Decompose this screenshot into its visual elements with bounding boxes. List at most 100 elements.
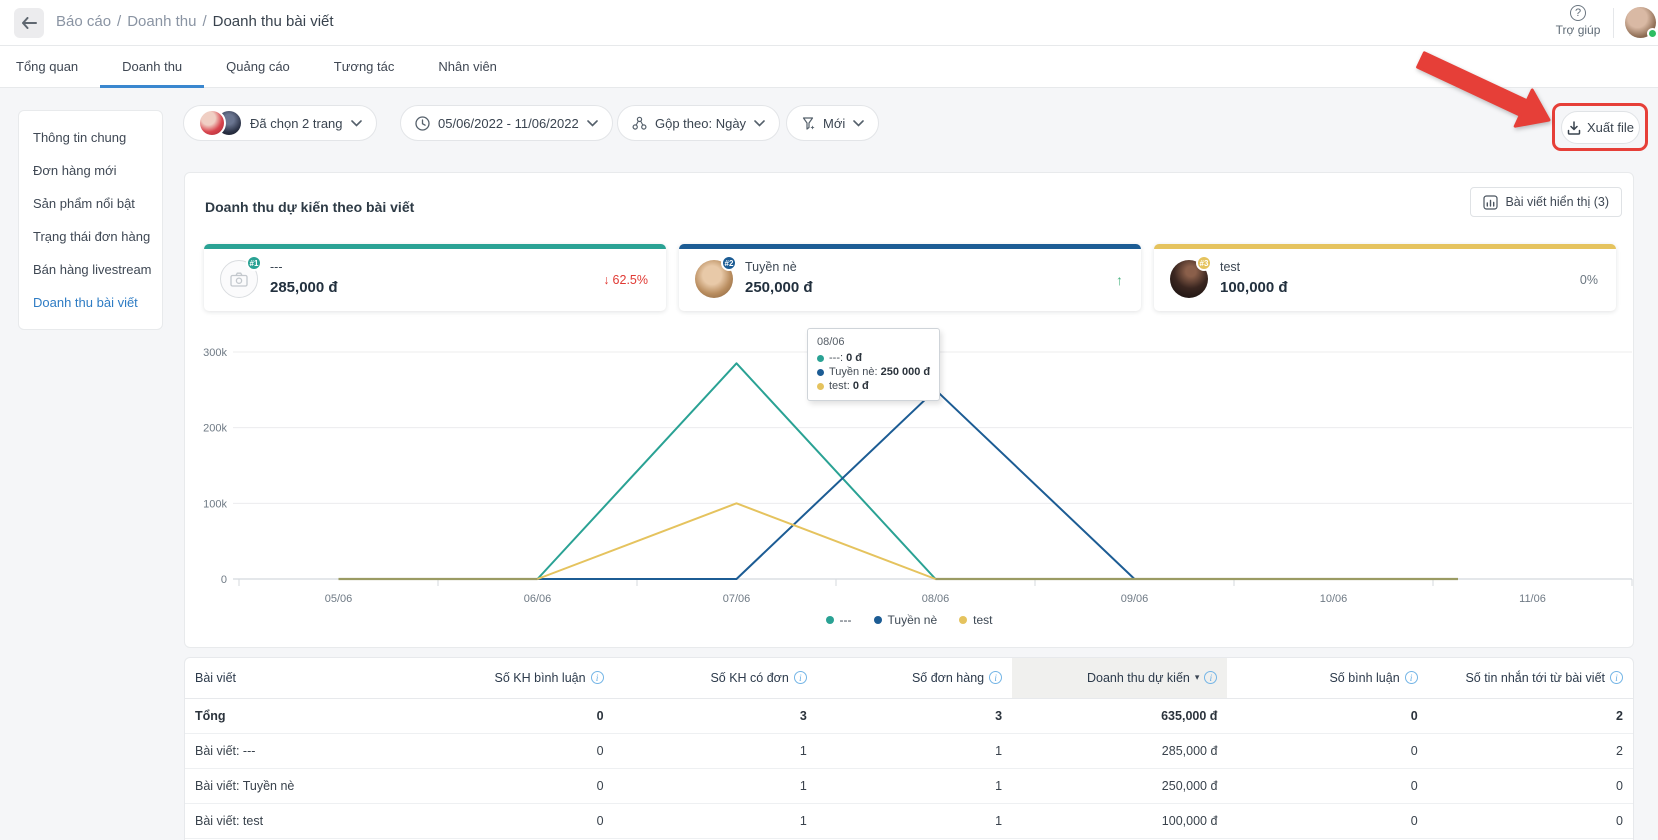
back-button[interactable] — [14, 8, 44, 38]
posts-visible-button[interactable]: Bài viết hiển thị (3) — [1470, 187, 1622, 217]
series-dot — [817, 368, 824, 376]
chevron-down-icon — [754, 119, 765, 127]
col-header-doanh-thu-du-kien[interactable]: Doanh thu dự kiến — [1012, 658, 1228, 699]
page-title: Doanh thu bài viết — [212, 13, 334, 30]
export-file-label: Xuất file — [1587, 120, 1634, 135]
col-header-bai-viet[interactable]: Bài viết — [185, 658, 416, 699]
tab-doanh-thu[interactable]: Doanh thu — [100, 46, 205, 88]
summary-card-2[interactable]: #2 Tuyền nè 250,000 đ ↑ — [679, 244, 1141, 311]
svg-text:300k: 300k — [203, 347, 227, 359]
svg-text:09/06: 09/06 — [1121, 593, 1149, 605]
svg-text:06/06: 06/06 — [524, 593, 552, 605]
post-name: --- — [270, 260, 283, 274]
sidebar-item-thong-tin-chung[interactable]: Thông tin chung — [19, 121, 162, 154]
chart-legend: --- Tuyền nè test — [185, 613, 1633, 627]
info-icon[interactable] — [1610, 671, 1623, 685]
sidebar-item-ban-hang-livestream[interactable]: Bán hàng livestream — [19, 253, 162, 286]
help-label: Trợ giúp — [1555, 23, 1601, 37]
group-by-dropdown[interactable]: Gộp theo: Ngày — [617, 105, 781, 141]
back-arrow-icon — [22, 17, 37, 29]
col-header-so-tin-nhan[interactable]: Số tin nhắn tới từ bài viết — [1427, 658, 1633, 699]
legend-item[interactable]: --- — [825, 613, 852, 627]
download-icon — [1567, 120, 1581, 135]
posts-table-card: Bài viết Số KH bình luận Số KH có đơn Số… — [184, 657, 1634, 840]
summary-cards-row: #1 --- 285,000 đ ↓ 62.5% #2 Tuyền nè 250… — [204, 244, 1616, 311]
chart-tooltip: 08/06 ---: 0 đ Tuyền nè: 250 000 đ test:… — [807, 328, 940, 401]
new-filter-icon — [802, 116, 815, 130]
svg-text:100k: 100k — [203, 498, 227, 510]
table-row: Bài viết: Tuyền nè 0 1 1 250,000 đ 0 0 — [185, 768, 1633, 804]
tooltip-row: test: 0 đ — [817, 380, 930, 392]
rank-badge: #1 — [246, 255, 262, 271]
export-file-button[interactable]: Xuất file — [1561, 111, 1640, 144]
user-avatar[interactable] — [1625, 7, 1658, 39]
col-header-so-binh-luan[interactable]: Số bình luận — [1227, 658, 1428, 699]
breadcrumb-bao-cao[interactable]: Báo cáo — [56, 13, 111, 30]
revenue-chart-card: Doanh thu dự kiến theo bài viết Bài viết… — [184, 172, 1634, 648]
change-value: 0% — [1579, 273, 1598, 287]
sidebar-item-san-pham-noi-bat[interactable]: Sản phẩm nổi bật — [19, 187, 162, 220]
change-indicator: ↓ 62.5% — [603, 249, 648, 311]
header-divider — [1613, 8, 1614, 38]
summary-card-3[interactable]: #3 test 100,000 đ 0% — [1154, 244, 1616, 311]
date-range-label: 05/06/2022 - 11/06/2022 — [438, 115, 579, 131]
col-header-so-don-hang[interactable]: Số đơn hàng — [816, 658, 1013, 699]
tab-bar: Tổng quan Doanh thu Quảng cáo Tương tác … — [0, 46, 1658, 88]
post-name: test — [1220, 260, 1241, 274]
down-arrow-icon: ↓ — [603, 273, 610, 287]
col-header-so-kh-co-don[interactable]: Số KH có đơn — [613, 658, 817, 699]
info-icon[interactable] — [1404, 671, 1418, 685]
chevron-down-icon — [586, 119, 598, 127]
page-selector-label: Đã chọn 2 trang — [250, 115, 343, 131]
info-icon[interactable] — [590, 671, 604, 685]
sidebar-item-doanh-thu-bai-viet[interactable]: Doanh thu bài viết — [19, 286, 162, 319]
chevron-down-icon — [853, 119, 865, 127]
date-range-dropdown[interactable]: 05/06/2022 - 11/06/2022 — [400, 105, 613, 141]
tooltip-date: 08/06 — [817, 336, 845, 348]
tab-tong-quan[interactable]: Tổng quan — [16, 46, 100, 87]
breadcrumb: Báo cáo / Doanh thu / Doanh thu bài viết — [56, 13, 334, 30]
group-by-label: Gộp theo: Ngày — [655, 115, 747, 131]
tab-tuong-tac[interactable]: Tương tác — [312, 46, 417, 87]
svg-text:200k: 200k — [203, 423, 227, 435]
new-filter-dropdown[interactable]: Mới — [786, 105, 880, 141]
online-status-dot — [1647, 28, 1658, 39]
legend-dot — [825, 616, 834, 624]
report-sidebar: Thông tin chung Đơn hàng mới Sản phẩm nổ… — [18, 110, 163, 330]
table-row: Bài viết: test 0 1 1 100,000 đ 0 0 — [185, 803, 1633, 839]
page-selector-dropdown[interactable]: Đã chọn 2 trang — [183, 105, 377, 141]
legend-item[interactable]: Tuyền nè — [873, 613, 937, 627]
new-filter-label: Mới — [823, 115, 846, 131]
selected-pages-avatars — [198, 109, 243, 137]
post-revenue-value: 250,000 đ — [745, 279, 813, 296]
col-header-so-kh-binh-luan[interactable]: Số KH bình luận — [415, 658, 614, 699]
chart-title: Doanh thu dự kiến theo bài viết — [205, 199, 415, 215]
change-indicator: 0% — [1580, 249, 1598, 311]
help-icon: ? — [1570, 5, 1586, 21]
svg-text:0: 0 — [221, 574, 227, 586]
page: Báo cáo / Doanh thu / Doanh thu bài viết ? T… — [0, 0, 1658, 840]
bar-chart-icon — [1483, 194, 1499, 210]
tab-nhan-vien[interactable]: Nhân viên — [416, 46, 519, 87]
info-icon[interactable] — [989, 671, 1003, 685]
legend-dot — [959, 616, 968, 624]
tab-quang-cao[interactable]: Quảng cáo — [204, 46, 312, 87]
legend-item[interactable]: test — [959, 613, 992, 627]
info-icon[interactable] — [1204, 671, 1218, 685]
top-header-bar: Báo cáo / Doanh thu / Doanh thu bài viết ? T… — [0, 0, 1658, 46]
info-icon[interactable] — [793, 671, 807, 685]
page-avatar-1 — [198, 109, 226, 137]
legend-dot — [873, 616, 882, 624]
post-link[interactable]: Bài viết: --- — [185, 733, 416, 769]
change-value: 62.5% — [612, 273, 648, 287]
up-arrow-icon: ↑ — [1116, 272, 1123, 288]
sidebar-item-trang-thai-don-hang[interactable]: Trạng thái đơn hàng — [19, 220, 162, 253]
help-button[interactable]: ? Trợ giúp — [1548, 5, 1608, 37]
posts-visible-label: Bài viết hiển thị (3) — [1505, 195, 1609, 209]
summary-card-1[interactable]: #1 --- 285,000 đ ↓ 62.5% — [204, 244, 666, 311]
post-link[interactable]: Bài viết: Tuyền nè — [185, 768, 416, 804]
post-link[interactable]: Bài viết: test — [185, 803, 416, 839]
rank-badge: #2 — [721, 255, 737, 271]
breadcrumb-doanh-thu[interactable]: Doanh thu — [127, 13, 196, 30]
sidebar-item-don-hang-moi[interactable]: Đơn hàng mới — [19, 154, 162, 187]
